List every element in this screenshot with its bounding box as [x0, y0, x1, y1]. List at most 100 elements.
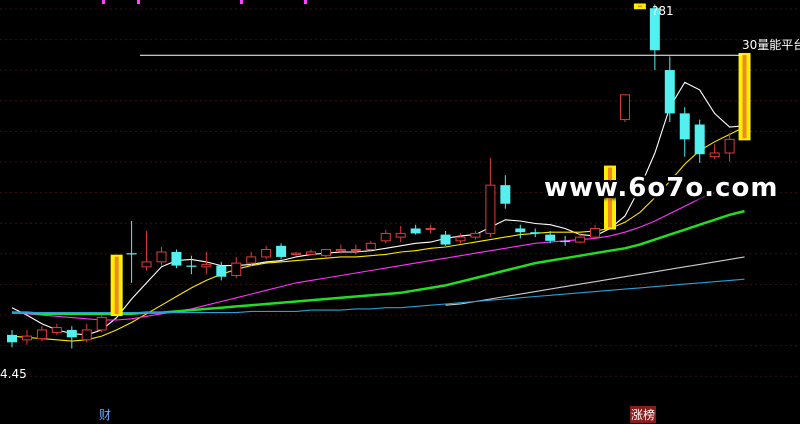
platform-line-label: 30量能平台: [742, 38, 800, 52]
candle-body: [500, 185, 511, 204]
candle-body: [515, 228, 526, 233]
candle-body: [291, 252, 302, 255]
candle-body: [7, 334, 17, 343]
candle-body: [81, 329, 92, 341]
candle-body: [201, 263, 212, 268]
candle-body: [410, 228, 421, 234]
candle-body: [694, 124, 705, 155]
candle: [350, 244, 361, 255]
top-marker: [137, 0, 140, 4]
candle-body: [709, 152, 720, 158]
candle: [530, 228, 541, 238]
candle: [380, 229, 391, 244]
candle: [171, 249, 182, 269]
candle-body: [261, 249, 272, 258]
candle-body: [156, 251, 167, 263]
candle-body: [440, 234, 451, 245]
candle: [694, 119, 705, 163]
high-price-label: ?81: [652, 4, 674, 18]
candle-body: [36, 329, 47, 340]
candle-body: [21, 335, 32, 341]
limit-up-core: [637, 5, 642, 8]
candle: [276, 243, 287, 260]
candle-body: [51, 326, 62, 333]
candlestick-chart: [0, 0, 800, 377]
candle: [738, 52, 751, 141]
candle-body: [425, 227, 436, 230]
candle-body: [246, 256, 257, 264]
candle-body: [276, 245, 287, 257]
candle-body: [320, 249, 331, 257]
candle: [7, 329, 17, 348]
top-marker: [102, 0, 105, 4]
candle: [156, 247, 167, 266]
candle: [291, 251, 302, 256]
top-marker: [304, 0, 307, 4]
candle: [306, 249, 316, 256]
candle-body: [186, 265, 197, 267]
limit-up-core: [114, 256, 119, 315]
candle: [455, 233, 466, 244]
candle: [231, 256, 242, 278]
candle-body: [470, 232, 481, 238]
candle: [724, 133, 735, 162]
candle: [186, 255, 197, 275]
candle: [96, 315, 107, 333]
candle: [590, 224, 601, 240]
candle-body: [171, 251, 182, 266]
candle: [110, 254, 123, 317]
candle: [664, 56, 675, 123]
watermark-text: www.6o7o.com: [544, 173, 779, 203]
candle: [21, 329, 32, 345]
candle: [619, 94, 630, 123]
limit-up-list-tag[interactable]: 涨榜: [630, 406, 657, 423]
candle-body: [619, 94, 630, 121]
candle-body: [575, 236, 586, 243]
top-marker: [240, 0, 243, 4]
candle: [81, 323, 92, 343]
candle: [51, 323, 62, 335]
candle: [126, 221, 137, 283]
candle-body: [395, 232, 406, 238]
candle: [246, 251, 257, 266]
candle-body: [96, 317, 107, 331]
top-markers: [102, 0, 307, 4]
candle: [709, 144, 720, 160]
candle-body: [126, 253, 137, 255]
candle: [365, 240, 376, 251]
candle-body: [724, 138, 735, 154]
candle-body: [485, 184, 496, 234]
candle-body: [365, 242, 376, 250]
candle-body: [545, 234, 556, 241]
candle: [141, 230, 152, 271]
candle-body: [335, 249, 346, 252]
candle: [36, 326, 47, 342]
candle: [500, 175, 511, 209]
candle: [261, 245, 272, 260]
candle: [395, 225, 406, 243]
candle: [633, 3, 646, 10]
limit-up-core: [742, 54, 747, 139]
ma-line-ma60: [445, 256, 745, 306]
candle-body: [141, 261, 152, 268]
candle: [320, 249, 331, 259]
candle-body: [350, 249, 361, 251]
candle-body: [380, 232, 391, 242]
candle-body: [590, 227, 601, 238]
candle: [560, 235, 571, 246]
candle-body: [560, 240, 571, 243]
candle: [440, 230, 451, 246]
candle: [679, 107, 690, 157]
candle-body: [216, 265, 227, 277]
candle: [410, 224, 421, 235]
candle-body: [664, 70, 675, 114]
low-price-label: 4.45: [0, 367, 27, 381]
candle: [515, 224, 526, 239]
candle-body: [231, 262, 242, 276]
candle: [470, 230, 481, 240]
candle: [485, 157, 496, 238]
candle-body: [306, 251, 316, 255]
candle-body: [455, 236, 466, 242]
candle-body: [66, 329, 77, 338]
finance-tag[interactable]: 财: [99, 406, 111, 423]
